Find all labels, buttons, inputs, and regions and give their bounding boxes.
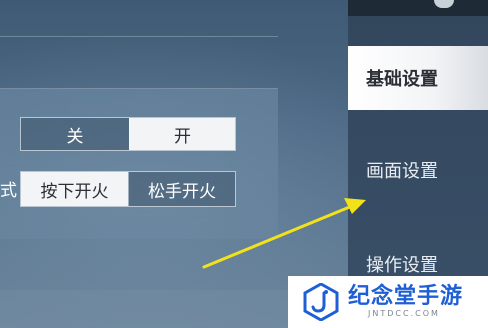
settings-screen: 关 开 式 按下开火 松手开火 基础设置 画面设置 操作设置 纪念堂手游 JNT… <box>0 0 488 328</box>
brand-logo <box>303 283 339 321</box>
sidebar-item-basic-settings[interactable]: 基础设置 <box>348 46 488 110</box>
release-fire-button[interactable]: 松手开火 <box>128 172 235 206</box>
toggle-on-button[interactable]: 开 <box>129 118 235 150</box>
watermark-title: 纪念堂手游 <box>348 284 464 309</box>
close-icon[interactable] <box>434 0 454 8</box>
toggle-segmented-control: 关 开 <box>20 117 236 151</box>
panel-bottom-strip <box>0 290 300 328</box>
sidebar-header <box>348 0 488 16</box>
fire-mode-label: 式 <box>0 181 17 201</box>
fire-mode-segmented-control: 按下开火 松手开火 <box>20 171 236 207</box>
sidebar-item-graphics-settings[interactable]: 画面设置 <box>348 138 488 202</box>
toggle-off-button[interactable]: 关 <box>21 118 129 150</box>
press-fire-button[interactable]: 按下开火 <box>21 172 128 206</box>
site-watermark: 纪念堂手游 JNTDCC.COM <box>288 276 488 328</box>
settings-panel <box>0 88 278 239</box>
watermark-subtitle: JNTDCC.COM <box>368 309 440 318</box>
divider <box>0 36 278 37</box>
